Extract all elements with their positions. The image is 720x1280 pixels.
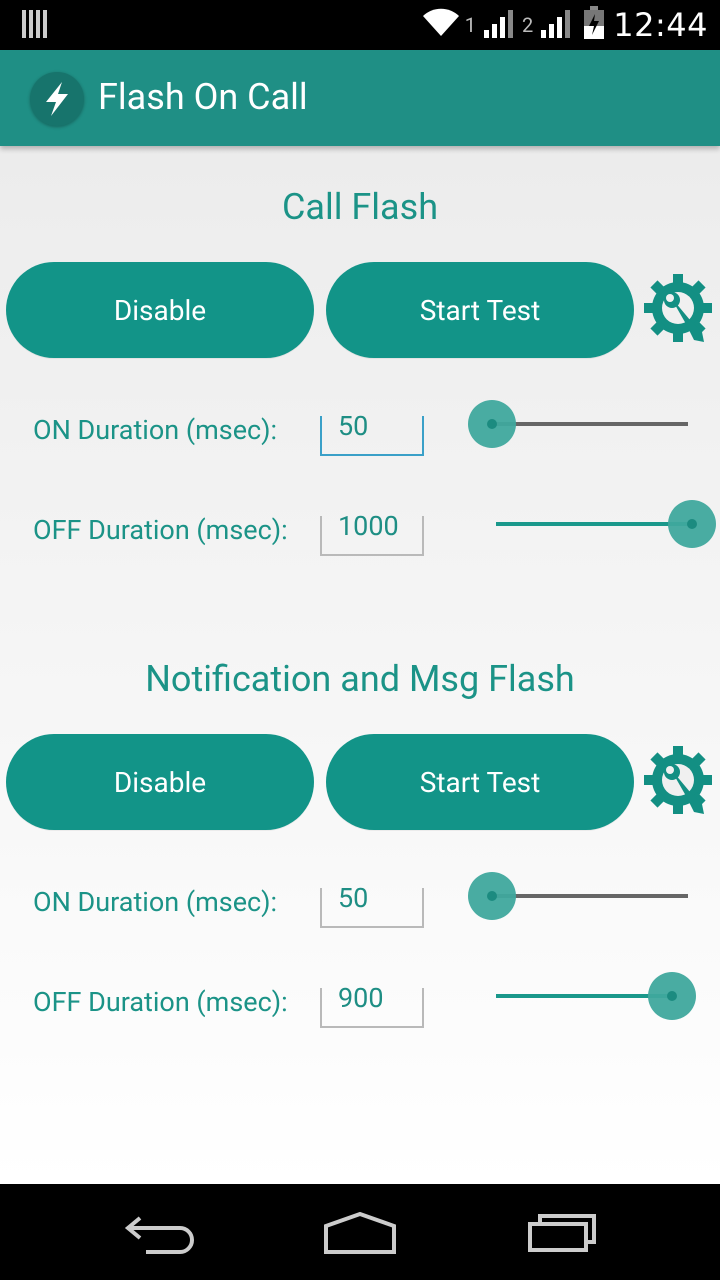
call-on-duration-input[interactable]: 50: [320, 410, 424, 456]
battery-charging-icon: [583, 6, 605, 44]
wifi-icon: [421, 8, 461, 42]
call-off-duration-slider[interactable]: [496, 500, 716, 548]
section-title-call-flash: Call Flash: [281, 186, 439, 228]
call-disable-button[interactable]: Disable: [6, 262, 314, 358]
notification-settings-gear-icon[interactable]: [642, 744, 718, 820]
main-content: Call Flash Disable Start Test ON Duratio…: [0, 146, 720, 1184]
call-start-test-button[interactable]: Start Test: [326, 262, 634, 358]
notification-start-test-button[interactable]: Start Test: [326, 734, 634, 830]
sim1-label: 1: [464, 13, 477, 37]
call-off-duration-value: 1000: [338, 510, 399, 542]
notification-on-duration-value: 50: [338, 882, 369, 914]
notification-off-duration-slider[interactable]: [496, 972, 696, 1020]
signal-icon: [484, 8, 518, 42]
sim2-label: 2: [522, 13, 534, 37]
lightning-bolt-icon: [30, 72, 84, 126]
notification-off-duration-value: 900: [338, 982, 384, 1014]
notification-off-duration-input[interactable]: 900: [320, 982, 424, 1028]
signal-icon: [541, 8, 575, 42]
app-title: Flash On Call: [98, 76, 308, 118]
notification-bars-icon: [22, 10, 48, 42]
call-settings-gear-icon[interactable]: [642, 272, 718, 348]
call-off-duration-input[interactable]: 1000: [320, 510, 424, 556]
navigation-bar: [0, 1184, 720, 1280]
status-bar: 1 2 12:44: [0, 0, 720, 50]
clock: 12:44: [613, 6, 708, 44]
notification-disable-button[interactable]: Disable: [6, 734, 314, 830]
notification-on-duration-slider[interactable]: [468, 872, 688, 920]
section-title-notification-flash: Notification and Msg Flash: [145, 658, 575, 700]
home-icon[interactable]: [322, 1211, 398, 1260]
back-icon[interactable]: [124, 1212, 196, 1260]
notification-on-duration-label: ON Duration (msec):: [33, 886, 278, 918]
notification-off-duration-label: OFF Duration (msec):: [33, 986, 288, 1018]
call-on-duration-slider[interactable]: [468, 400, 688, 448]
notification-on-duration-input[interactable]: 50: [320, 882, 424, 928]
recents-icon[interactable]: [526, 1212, 598, 1260]
app-bar: Flash On Call: [0, 50, 720, 146]
call-on-duration-value: 50: [338, 410, 369, 442]
call-off-duration-label: OFF Duration (msec):: [33, 514, 288, 546]
call-on-duration-label: ON Duration (msec):: [33, 414, 278, 446]
